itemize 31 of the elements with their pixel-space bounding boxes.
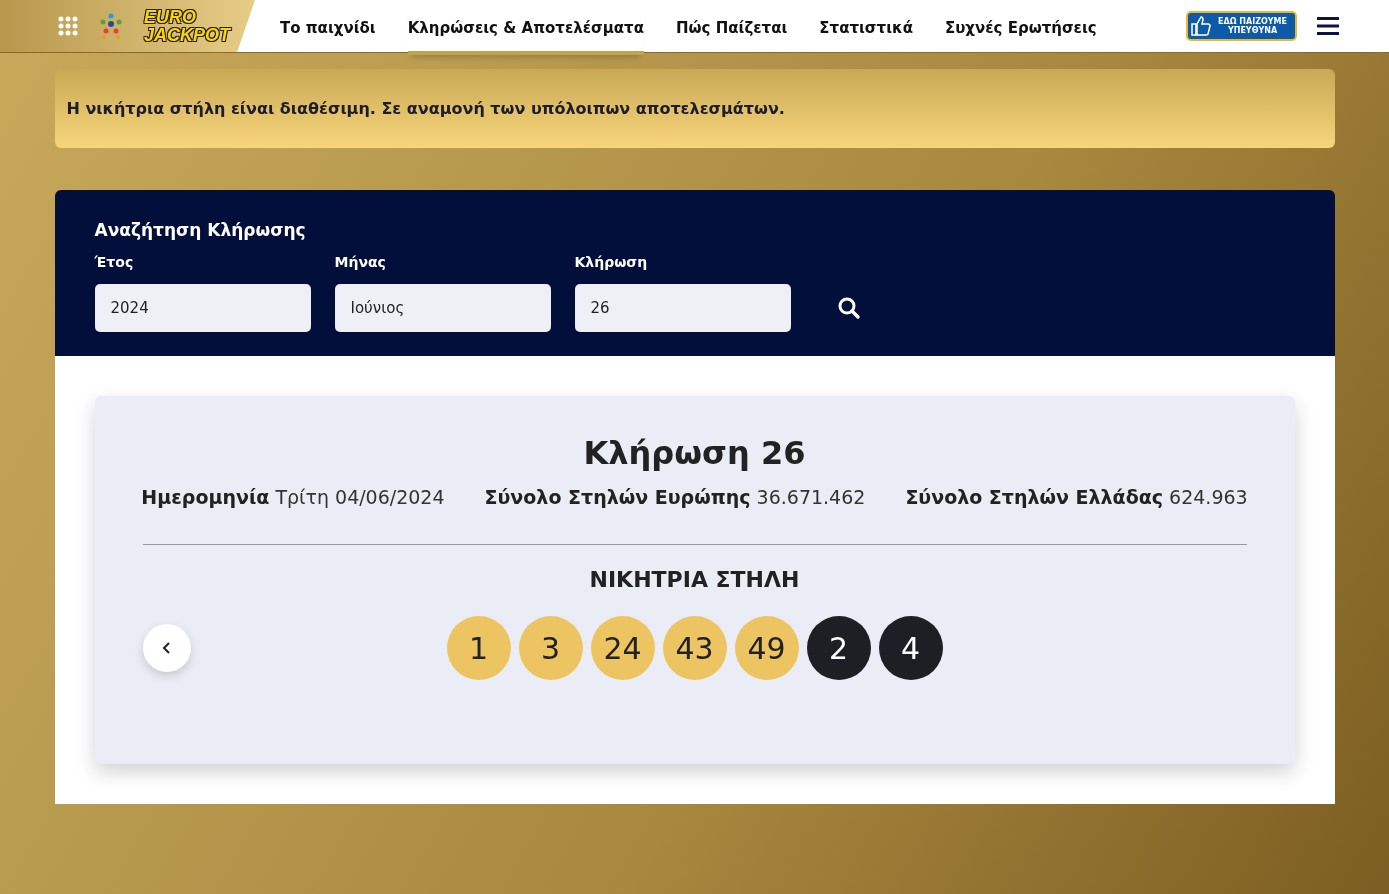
draw-fact: Σύνολο Στηλών Ευρώπης 36.671.462 — [484, 486, 866, 508]
number-ball: 43 — [662, 616, 727, 680]
number-ball: 3 — [518, 616, 583, 680]
search-title: Αναζήτηση Κλήρωσης — [94, 220, 307, 240]
draw-title: Κλήρωση 26 — [583, 434, 806, 472]
number-ball: 4 — [878, 616, 943, 680]
input-field[interactable]: 26 — [574, 284, 791, 332]
notice-banner: Η νικήτρια στήλη είναι διαθέσιμη. Σε αναμονή των υπόλοιπων αποτελεσμάτων. — [54, 69, 1335, 148]
responsible-gaming-badge[interactable]: ΕΔΩ ΠΑΙΖΟΥΜΕ ΥΠΕΥΘΥΝΑ — [1186, 11, 1297, 41]
number-ball: 49 — [734, 616, 799, 680]
field-label: Μήνας — [334, 254, 387, 270]
draw-fact: Ημερομηνία Τρίτη 04/06/2024 — [141, 486, 445, 508]
nav-tab[interactable]: Συχνές Ερωτήσεις — [944, 5, 1097, 55]
thumbs-up-icon — [1188, 15, 1213, 37]
column-title: ΝΙΚΗΤΡΙΑ ΣΤΗΛΗ — [589, 567, 800, 592]
menu-icon[interactable] — [1317, 17, 1339, 35]
chevron-left-icon — [161, 641, 172, 655]
number-ball: 24 — [590, 616, 655, 680]
field-label: Κλήρωση — [574, 254, 649, 270]
nav-tab[interactable]: Το παιχνίδι — [280, 5, 376, 55]
number-ball: 2 — [806, 616, 871, 680]
nav-tab[interactable]: Κληρώσεις & Αποτελέσματα — [407, 5, 644, 55]
nav-tab[interactable]: Πώς Παίζεται — [676, 5, 788, 55]
star-people-icon — [100, 13, 122, 39]
field-label: Έτος — [94, 254, 135, 270]
input-field[interactable]: Ιούνιος — [334, 284, 551, 332]
draw-fact: Σύνολο Στηλών Ελλάδας 624.963 — [905, 486, 1248, 508]
input-field[interactable]: 2024 — [94, 284, 311, 332]
search-icon — [836, 296, 861, 320]
nav-tab[interactable]: Στατιστικά — [819, 5, 913, 55]
number-ball: 1 — [446, 616, 511, 680]
